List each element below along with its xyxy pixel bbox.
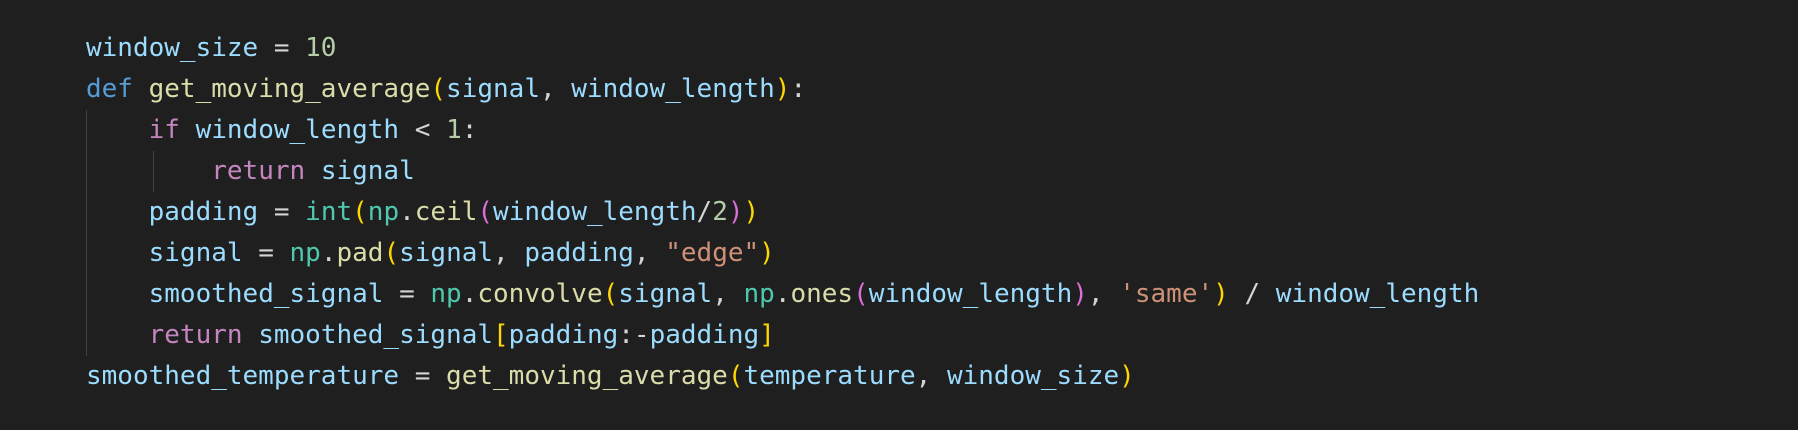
code-token: padding	[508, 320, 619, 350]
code-token: )	[743, 197, 760, 227]
code-token: /	[1228, 279, 1276, 309]
code-token: (	[477, 197, 494, 227]
code-token: [	[493, 320, 509, 350]
code-token: signal	[320, 156, 415, 186]
code-token: ones	[790, 279, 854, 309]
code-token: window_size	[946, 361, 1120, 391]
code-token: window_length	[1275, 279, 1480, 309]
code-token: :-	[618, 320, 650, 350]
code-token: ,	[633, 238, 666, 268]
code-token: smoothed_temperature	[86, 361, 400, 391]
code-token: np	[367, 197, 400, 227]
code-token: window_length	[493, 197, 697, 227]
code-token: "edge"	[665, 238, 760, 268]
code-token: )	[774, 74, 791, 104]
code-token: .	[461, 279, 478, 309]
code-token: :	[461, 115, 478, 145]
code-token: padding	[524, 238, 634, 268]
code-token: np	[289, 238, 321, 268]
code-token: signal	[148, 238, 243, 268]
code-token: signal	[446, 74, 540, 104]
code-token: /	[696, 197, 713, 227]
code-token: window_size	[86, 33, 259, 63]
code-token: 10	[305, 33, 337, 63]
code-token: signal	[618, 279, 713, 309]
code-token: np	[430, 279, 462, 309]
code-line[interactable]: smoothed_signal = np.convolve(signal, np…	[86, 274, 1480, 315]
code-token: :	[790, 74, 807, 104]
code-token: 'same'	[1119, 279, 1214, 309]
code-token: ,	[539, 74, 572, 104]
code-token: (	[430, 74, 447, 104]
code-token: padding	[649, 320, 760, 350]
code-block[interactable]: window_size = 10 def get_moving_average(s…	[86, 28, 1479, 397]
code-token: ]	[759, 320, 775, 350]
code-token: )	[727, 197, 744, 227]
code-token: convolve	[477, 279, 603, 309]
code-editor[interactable]: window_size = 10 def get_moving_average(s…	[0, 0, 1798, 430]
code-token: =	[399, 361, 447, 391]
code-token: ,	[712, 279, 744, 309]
code-token: ,	[915, 361, 947, 391]
code-token: (	[602, 279, 619, 309]
code-token: int	[305, 197, 353, 227]
code-token: .	[774, 279, 791, 309]
code-token: =	[258, 197, 306, 227]
code-token: =	[383, 279, 431, 309]
code-token: return	[148, 320, 243, 350]
code-token: np	[743, 279, 775, 309]
code-token: =	[242, 238, 290, 268]
code-line[interactable]: padding = int(np.ceil(window_length/2))	[86, 192, 1479, 233]
code-token: (	[383, 238, 400, 268]
code-token: get_moving_average	[446, 361, 728, 391]
code-token: (	[853, 279, 869, 309]
code-token: get_moving_average	[148, 74, 431, 104]
code-token: )	[1072, 279, 1088, 309]
code-token: smoothed_signal	[258, 320, 494, 350]
code-token: window_length	[571, 74, 775, 104]
code-token: return	[211, 156, 306, 186]
code-token: padding	[148, 197, 259, 227]
code-token: signal	[399, 238, 494, 268]
code-token: <	[399, 115, 447, 145]
code-token: 2	[712, 197, 728, 227]
code-token: pad	[336, 238, 384, 268]
code-token: )	[1119, 361, 1135, 391]
code-line[interactable]: def get_moving_average(signal, window_le…	[86, 69, 1479, 110]
code-token: ceil	[414, 197, 478, 227]
code-token: .	[399, 197, 415, 227]
code-line[interactable]: window_size = 10	[86, 28, 1479, 69]
code-token: ,	[1087, 279, 1120, 309]
code-token: ,	[493, 238, 525, 268]
code-token: )	[1213, 279, 1229, 309]
code-token: if	[148, 115, 180, 145]
code-token: 1	[446, 115, 462, 145]
code-token: temperature	[743, 361, 916, 391]
code-token: (	[727, 361, 744, 391]
code-token: .	[320, 238, 337, 268]
code-token: (	[352, 197, 368, 227]
code-token: def	[86, 74, 133, 104]
code-line[interactable]: smoothed_temperature = get_moving_averag…	[86, 356, 1479, 397]
code-token: =	[258, 33, 306, 63]
code-token: window_length	[195, 115, 400, 145]
code-line[interactable]: signal = np.pad(signal, padding, "edge")	[86, 233, 1479, 274]
code-token: window_length	[868, 279, 1073, 309]
code-token: )	[759, 238, 775, 268]
code-line[interactable]: if window_length < 1:	[86, 110, 1479, 151]
code-token: smoothed_signal	[148, 279, 384, 309]
code-line[interactable]: return smoothed_signal[padding:-padding]	[86, 315, 1479, 356]
code-line[interactable]: return signal	[86, 151, 1479, 192]
